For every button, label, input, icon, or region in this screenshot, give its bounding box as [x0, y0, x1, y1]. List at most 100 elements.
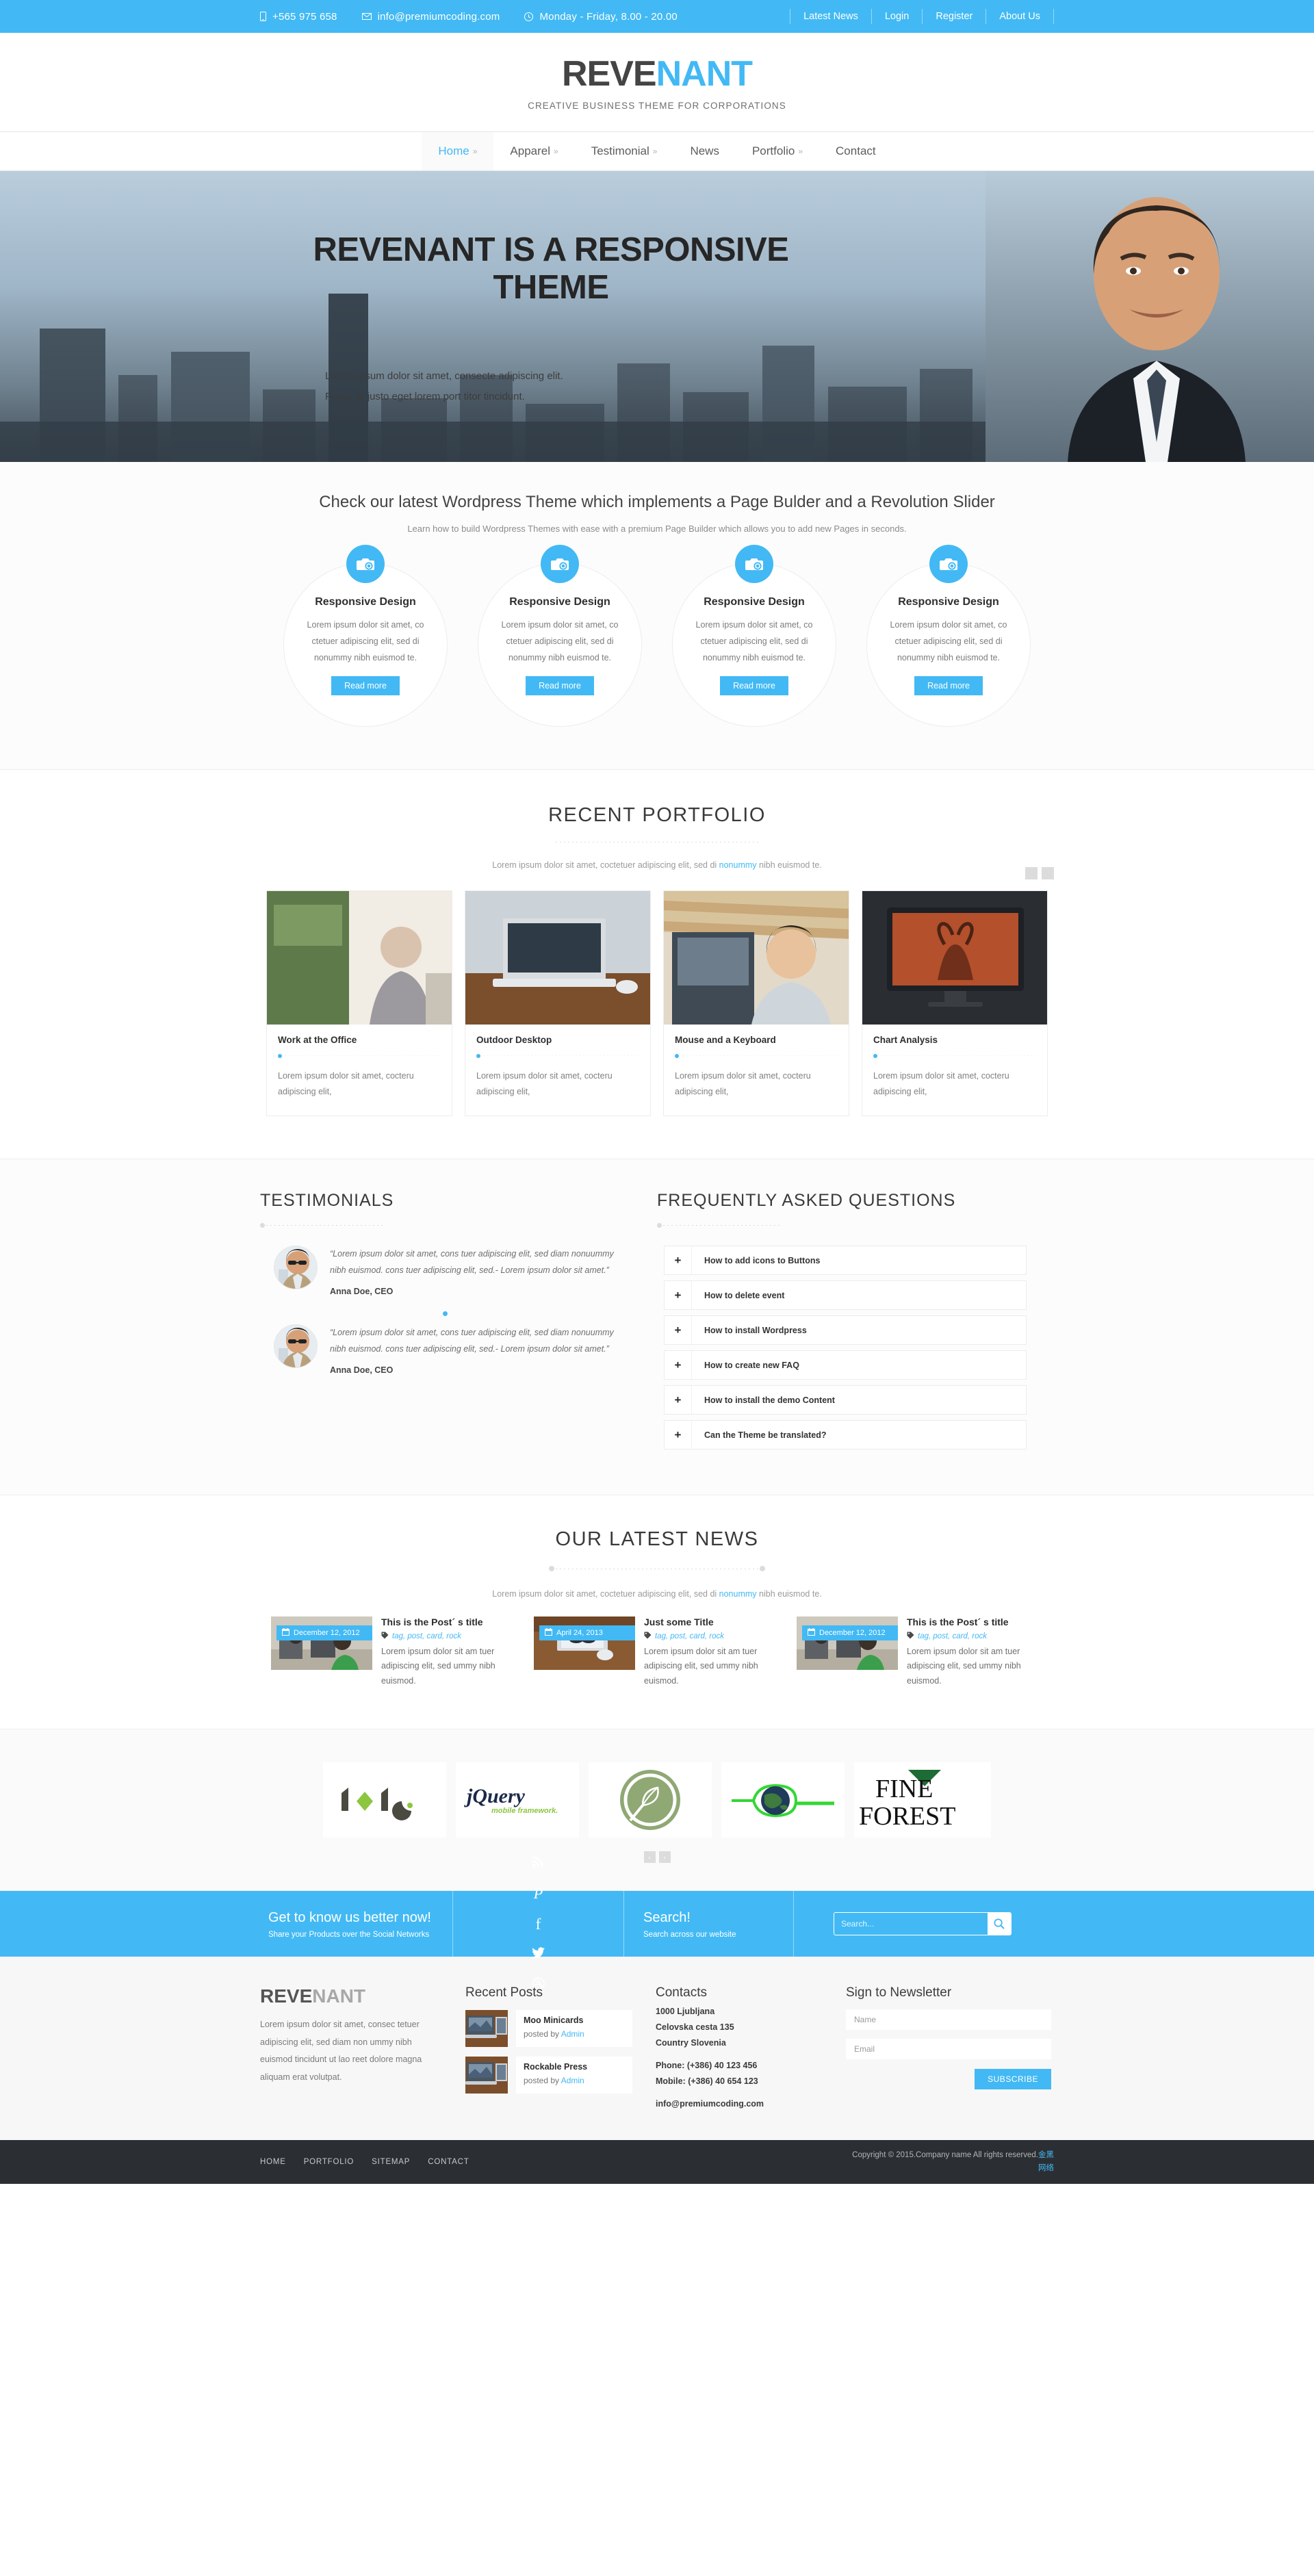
- portfolio-pager[interactable]: [1025, 866, 1054, 879]
- news-item-text: Lorem ipsum dolor sit am tuer adipiscing…: [644, 1646, 758, 1686]
- portfolio-card-divider: [476, 1053, 639, 1058]
- portfolio-subtitle-link[interactable]: nonummy: [719, 860, 757, 870]
- portfolio-card[interactable]: Work at the Office Lorem ipsum dolor sit…: [266, 890, 452, 1117]
- copyright-link[interactable]: 金黑网络: [1038, 2151, 1054, 2173]
- search-icon[interactable]: [988, 1913, 1011, 1935]
- news-date-badge: December 12, 2012: [802, 1625, 898, 1641]
- search-cta-title: Search!: [643, 1909, 691, 1925]
- faq-item[interactable]: + Can the Theme be translated?: [664, 1420, 1027, 1450]
- topbar-link-about-us[interactable]: About Us: [986, 9, 1054, 24]
- bottom-nav-portfolio[interactable]: PORTFOLIO: [304, 2158, 354, 2166]
- portfolio-card[interactable]: Mouse and a Keyboard Lorem ipsum dolor s…: [663, 890, 849, 1117]
- recent-post-item[interactable]: Rockable Press posted by Admin: [465, 2057, 632, 2094]
- social-cta: Get to know us better now! Share your Pr…: [260, 1891, 453, 1957]
- rss-icon[interactable]: [532, 1855, 545, 1871]
- site-logo[interactable]: REVENANT: [562, 54, 753, 94]
- facebook-icon[interactable]: f: [536, 1916, 541, 1932]
- clients-logo-row: jQuery mobile framework. FINE FOREST: [260, 1762, 1054, 1838]
- clients-pager[interactable]: ‹ ›: [260, 1851, 1054, 1864]
- client-logo-globe[interactable]: [721, 1762, 845, 1838]
- topbar-email-text: info@premiumcoding.com: [377, 10, 500, 23]
- bottom-nav-sitemap[interactable]: SITEMAP: [372, 2158, 410, 2166]
- portfolio-card[interactable]: Outdoor Desktop Lorem ipsum dolor sit am…: [465, 890, 651, 1117]
- news-item-tags: tag, post, card, rock: [907, 1632, 1043, 1641]
- service-card: Responsive Design Lorem ipsum dolor sit …: [283, 544, 448, 727]
- recent-post-author-link[interactable]: Admin: [561, 2029, 584, 2039]
- topbar-link-latest-news[interactable]: Latest News: [790, 9, 872, 24]
- nav-label-news: News: [690, 144, 719, 157]
- tag-icon: [381, 1632, 389, 1641]
- camera-icon: [929, 544, 968, 583]
- news-item[interactable]: December 12, 2012 This is the Post´ s ti…: [797, 1617, 1043, 1689]
- plus-icon: +: [665, 1421, 692, 1450]
- nav-item-news[interactable]: News: [673, 132, 736, 170]
- footer-newsletter-column: Sign to Newsletter SUBSCRIBE: [846, 1985, 1051, 2109]
- nav-item-testimonial[interactable]: Testimonial »: [575, 132, 674, 170]
- topbar-link-login[interactable]: Login: [872, 9, 923, 24]
- search-input[interactable]: [834, 1919, 988, 1929]
- bottom-nav-contact[interactable]: CONTACT: [428, 2158, 469, 2166]
- news-date-text: December 12, 2012: [294, 1629, 360, 1638]
- footer-newsletter-title: Sign to Newsletter: [846, 1985, 952, 2000]
- nav-item-apparel[interactable]: Apparel »: [493, 132, 574, 170]
- topbar-links: Latest News Login Register About Us: [790, 9, 1054, 24]
- faq-item[interactable]: + How to delete event: [664, 1280, 1027, 1311]
- copyright-text: Copyright © 2015.Company name All rights…: [849, 2149, 1054, 2176]
- chevron-right-icon: »: [472, 146, 478, 156]
- client-logo-jquery[interactable]: jQuery mobile framework.: [456, 1762, 579, 1838]
- twitter-icon[interactable]: [531, 1947, 545, 1962]
- client-logo-fine-forest[interactable]: FINE FOREST: [854, 1762, 991, 1838]
- client-logo-node[interactable]: [323, 1762, 446, 1838]
- news-item[interactable]: April 24, 2013 Just some Title tag, post…: [534, 1617, 780, 1689]
- news-section: OUR LATEST NEWS Lorem ipsum dolor sit am…: [0, 1495, 1314, 1730]
- portfolio-card[interactable]: Chart Analysis Lorem ipsum dolor sit ame…: [862, 890, 1048, 1117]
- clients-next-button[interactable]: ›: [658, 1851, 671, 1864]
- logo-part-accent: NANT: [656, 54, 753, 94]
- newsletter-name-input[interactable]: [846, 2009, 1051, 2031]
- recent-post-item[interactable]: Moo Minicards posted by Admin: [465, 2010, 632, 2048]
- faq-item[interactable]: + How to install the demo Content: [664, 1385, 1027, 1415]
- client-logo-leaf[interactable]: [589, 1762, 712, 1838]
- search-cta-subtitle: Search across our website: [643, 1930, 736, 1939]
- faq-item[interactable]: + How to create new FAQ: [664, 1350, 1027, 1380]
- portfolio-next-button[interactable]: [1042, 866, 1054, 879]
- service-card-text: Lorem ipsum dolor sit amet, co ctetuer a…: [307, 619, 424, 663]
- footer-recent-posts-title: Recent Posts: [465, 1985, 543, 2000]
- recent-post-title: Rockable Press: [524, 2062, 588, 2072]
- topbar-link-register[interactable]: Register: [923, 9, 987, 24]
- read-more-button[interactable]: Read more: [720, 675, 788, 695]
- read-more-button[interactable]: Read more: [331, 675, 400, 695]
- bottom-nav-home[interactable]: HOME: [260, 2158, 286, 2166]
- recent-post-by-prefix: posted by: [524, 2029, 561, 2039]
- hero-slider[interactable]: REVENANT IS A RESPONSIVE THEME Lorem ips…: [0, 171, 1314, 462]
- news-item[interactable]: December 12, 2012 This is the Post´ s ti…: [271, 1617, 517, 1689]
- news-subtitle: Lorem ipsum dolor sit amet, coctetuer ad…: [260, 1589, 1054, 1599]
- news-subtitle-link[interactable]: nonummy: [719, 1589, 757, 1599]
- social-cta-subtitle: Share your Products over the Social Netw…: [268, 1930, 430, 1939]
- testimonial-item: “Lorem ipsum dolor sit amet, cons tuer a…: [260, 1246, 630, 1296]
- read-more-button[interactable]: Read more: [914, 675, 983, 695]
- topbar-phone-text: +565 975 658: [272, 10, 337, 23]
- pinterest-icon[interactable]: P: [534, 1885, 543, 1901]
- faq-item[interactable]: + How to install Wordpress: [664, 1315, 1027, 1345]
- search-box[interactable]: [834, 1912, 1012, 1936]
- clients-prev-button[interactable]: ‹: [643, 1851, 656, 1864]
- chevron-right-icon: »: [652, 146, 658, 156]
- nav-item-home[interactable]: Home »: [422, 132, 494, 170]
- faq-item[interactable]: + How to add icons to Buttons: [664, 1246, 1027, 1276]
- news-item-title: This is the Post´ s title: [381, 1617, 483, 1628]
- plus-icon: +: [665, 1316, 692, 1345]
- newsletter-email-input[interactable]: [846, 2039, 1051, 2060]
- bottom-nav: HOME PORTFOLIO SITEMAP CONTACT: [260, 2158, 469, 2166]
- faq-title: FREQUENTLY ASKED QUESTIONS: [657, 1191, 956, 1211]
- portfolio-prev-button[interactable]: [1025, 866, 1038, 879]
- copyright-label: Copyright © 2015.Company name All rights…: [852, 2150, 1038, 2159]
- nav-item-portfolio[interactable]: Portfolio »: [736, 132, 819, 170]
- testimonial-pager-dot[interactable]: [260, 1311, 630, 1316]
- nav-item-contact[interactable]: Contact: [819, 132, 892, 170]
- news-item-tags: tag, post, card, rock: [644, 1632, 780, 1641]
- services-intro-title: Check our latest Wordpress Theme which i…: [319, 493, 995, 511]
- read-more-button[interactable]: Read more: [526, 675, 594, 695]
- recent-post-author-link[interactable]: Admin: [561, 2076, 584, 2085]
- subscribe-button[interactable]: SUBSCRIBE: [975, 2069, 1051, 2090]
